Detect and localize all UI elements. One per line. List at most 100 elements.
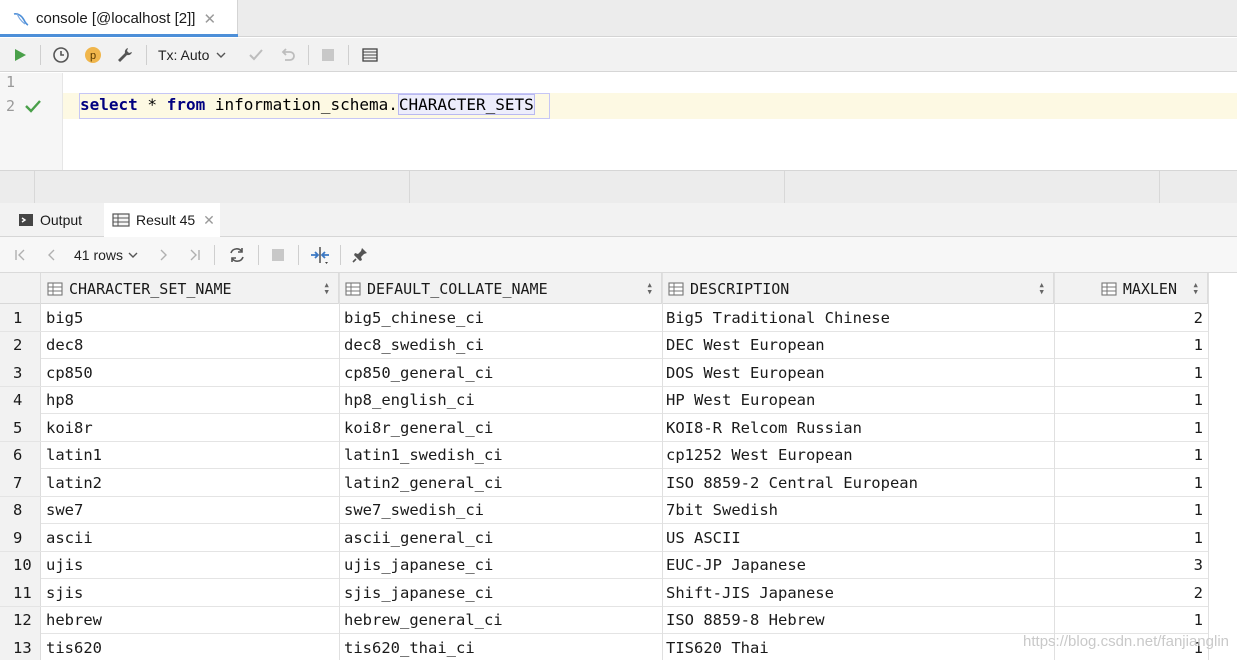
cell-description[interactable]: Big5 Traditional Chinese bbox=[666, 304, 1050, 331]
tx-mode-select[interactable]: Tx: Auto bbox=[158, 38, 234, 72]
cell-default-collate-name[interactable]: hebrew_general_ci bbox=[344, 607, 658, 634]
compare-button[interactable] bbox=[307, 237, 333, 273]
next-page-button[interactable] bbox=[151, 237, 175, 273]
cell-description[interactable]: ISO 8859-2 Central European bbox=[666, 469, 1050, 496]
reload-button[interactable] bbox=[224, 237, 250, 273]
cell-description[interactable]: 7bit Swedish bbox=[666, 497, 1050, 524]
cell-maxlen[interactable]: 1 bbox=[1054, 607, 1203, 634]
tab-output[interactable]: Output bbox=[12, 203, 102, 237]
history-button[interactable] bbox=[49, 38, 73, 72]
table-row[interactable]: 3 cp850 cp850_general_ci DOS West European 1 bbox=[0, 359, 1208, 387]
cell-character-set-name[interactable]: sjis bbox=[46, 579, 336, 606]
tab-result[interactable]: Result 45 ✕ bbox=[104, 203, 220, 237]
cell-character-set-name[interactable]: big5 bbox=[46, 304, 336, 331]
cell-description[interactable]: Shift-JIS Japanese bbox=[666, 579, 1050, 606]
settings-button[interactable] bbox=[113, 38, 137, 72]
cell-maxlen[interactable]: 1 bbox=[1054, 414, 1203, 441]
table-row[interactable]: 5 koi8r koi8r_general_ci KOI8-R Relcom Russ… bbox=[0, 414, 1208, 442]
results-grid[interactable]: CHARACTER_SET_NAME ▴ ▾ DEFAULT_COLLATE_NA… bbox=[0, 273, 1237, 660]
cell-character-set-name[interactable]: latin1 bbox=[46, 442, 336, 469]
output-layout-button[interactable] bbox=[358, 38, 382, 72]
result-tab-close-icon[interactable]: ✕ bbox=[203, 212, 215, 229]
table-row[interactable]: 12 hebrew hebrew_general_ci ISO 8859-8 Hebr… bbox=[0, 606, 1208, 634]
cell-character-set-name[interactable]: hebrew bbox=[46, 607, 336, 634]
cell-maxlen[interactable]: 3 bbox=[1054, 552, 1203, 579]
cell-default-collate-name[interactable]: ujis_japanese_ci bbox=[344, 552, 658, 579]
cell-description[interactable]: cp1252 West European bbox=[666, 442, 1050, 469]
tab-console[interactable]: console [@localhost [2]] ✕ bbox=[0, 0, 238, 37]
first-page-icon bbox=[15, 249, 25, 261]
cell-maxlen[interactable]: 1 bbox=[1054, 332, 1203, 359]
cell-default-collate-name[interactable]: tis620_thai_ci bbox=[344, 634, 658, 660]
stop-button[interactable] bbox=[316, 38, 340, 72]
table-row[interactable]: 11 sjis sjis_japanese_ci Shift-JIS Japanese… bbox=[0, 579, 1208, 607]
cell-default-collate-name[interactable]: koi8r_general_ci bbox=[344, 414, 658, 441]
cell-default-collate-name[interactable]: dec8_swedish_ci bbox=[344, 332, 658, 359]
table-row[interactable]: 10 ujis ujis_japanese_ci EUC-JP Japanese 3 bbox=[0, 551, 1208, 579]
sort-icon[interactable]: ▴ ▾ bbox=[1038, 279, 1045, 297]
run-button[interactable] bbox=[8, 38, 32, 72]
column-header-default-collate-name[interactable]: DEFAULT_COLLATE_NAME ▴ ▾ bbox=[339, 273, 662, 304]
cell-character-set-name[interactable]: cp850 bbox=[46, 359, 336, 386]
cell-default-collate-name[interactable]: latin2_general_ci bbox=[344, 469, 658, 496]
pin-tab-button[interactable] bbox=[348, 237, 372, 273]
explain-plan-button[interactable]: p bbox=[81, 38, 105, 72]
cell-maxlen[interactable]: 1 bbox=[1054, 469, 1203, 496]
cell-character-set-name[interactable]: ascii bbox=[46, 524, 336, 551]
sql-statement[interactable]: select * from information_schema.CHARACT… bbox=[80, 94, 535, 115]
column-header-description[interactable]: DESCRIPTION ▴ ▾ bbox=[662, 273, 1054, 304]
cell-description[interactable]: US ASCII bbox=[666, 524, 1050, 551]
cell-character-set-name[interactable]: ujis bbox=[46, 552, 336, 579]
tab-close-icon[interactable]: ✕ bbox=[203, 10, 216, 28]
cell-character-set-name[interactable]: hp8 bbox=[46, 387, 336, 414]
cell-description[interactable]: HP West European bbox=[666, 387, 1050, 414]
sort-icon[interactable]: ▴ ▾ bbox=[323, 279, 330, 297]
cell-default-collate-name[interactable]: latin1_swedish_ci bbox=[344, 442, 658, 469]
row-count-select[interactable]: 41 rows bbox=[74, 237, 146, 273]
table-row[interactable]: 1 big5 big5_chinese_ci Big5 Traditional Chi… bbox=[0, 304, 1208, 332]
first-page-button[interactable] bbox=[8, 237, 32, 273]
cell-character-set-name[interactable]: koi8r bbox=[46, 414, 336, 441]
cell-character-set-name[interactable]: tis620 bbox=[46, 634, 336, 660]
rollback-button[interactable] bbox=[276, 38, 300, 72]
commit-button[interactable] bbox=[244, 38, 268, 72]
sql-editor[interactable]: 1 2 select * from information_schema.CHA… bbox=[0, 73, 1237, 170]
table-row[interactable]: 8 swe7 swe7_swedish_ci 7bit Swedish 1 bbox=[0, 496, 1208, 524]
sort-icon[interactable]: ▴ ▾ bbox=[1192, 279, 1199, 297]
cell-description[interactable]: ISO 8859-8 Hebrew bbox=[666, 607, 1050, 634]
cell-default-collate-name[interactable]: hp8_english_ci bbox=[344, 387, 658, 414]
cell-maxlen[interactable]: 2 bbox=[1054, 304, 1203, 331]
cell-description[interactable]: DEC West European bbox=[666, 332, 1050, 359]
cell-default-collate-name[interactable]: cp850_general_ci bbox=[344, 359, 658, 386]
table-row[interactable]: 6 latin1 latin1_swedish_ci cp1252 West Euro… bbox=[0, 441, 1208, 469]
cell-character-set-name[interactable]: dec8 bbox=[46, 332, 336, 359]
cell-maxlen[interactable]: 1 bbox=[1054, 359, 1203, 386]
cancel-query-button[interactable] bbox=[266, 237, 290, 273]
table-row[interactable]: 2 dec8 dec8_swedish_ci DEC West European 1 bbox=[0, 331, 1208, 359]
cell-description[interactable]: EUC-JP Japanese bbox=[666, 552, 1050, 579]
wildcard: * bbox=[137, 95, 167, 114]
cell-description[interactable]: TIS620 Thai bbox=[666, 634, 1050, 660]
cell-default-collate-name[interactable]: swe7_swedish_ci bbox=[344, 497, 658, 524]
previous-page-button[interactable] bbox=[40, 237, 64, 273]
table-row[interactable]: 4 hp8 hp8_english_ci HP West European 1 bbox=[0, 386, 1208, 414]
sort-icon[interactable]: ▴ ▾ bbox=[646, 279, 653, 297]
cell-character-set-name[interactable]: swe7 bbox=[46, 497, 336, 524]
cell-maxlen[interactable]: 1 bbox=[1054, 497, 1203, 524]
cell-description[interactable]: DOS West European bbox=[666, 359, 1050, 386]
cell-maxlen[interactable]: 2 bbox=[1054, 579, 1203, 606]
table-row[interactable]: 9 ascii ascii_general_ci US ASCII 1 bbox=[0, 524, 1208, 552]
cell-maxlen[interactable]: 1 bbox=[1054, 524, 1203, 551]
cell-maxlen[interactable]: 1 bbox=[1054, 442, 1203, 469]
last-page-button[interactable] bbox=[183, 237, 207, 273]
chevron-down-icon bbox=[216, 52, 226, 58]
cell-description[interactable]: KOI8-R Relcom Russian bbox=[666, 414, 1050, 441]
cell-default-collate-name[interactable]: big5_chinese_ci bbox=[344, 304, 658, 331]
column-header-maxlen[interactable]: MAXLEN ▴ ▾ bbox=[1054, 273, 1208, 304]
table-row[interactable]: 7 latin2 latin2_general_ci ISO 8859-2 Centr… bbox=[0, 469, 1208, 497]
cell-default-collate-name[interactable]: ascii_general_ci bbox=[344, 524, 658, 551]
cell-character-set-name[interactable]: latin2 bbox=[46, 469, 336, 496]
cell-default-collate-name[interactable]: sjis_japanese_ci bbox=[344, 579, 658, 606]
cell-maxlen[interactable]: 1 bbox=[1054, 387, 1203, 414]
column-header-character-set-name[interactable]: CHARACTER_SET_NAME ▴ ▾ bbox=[41, 273, 339, 304]
